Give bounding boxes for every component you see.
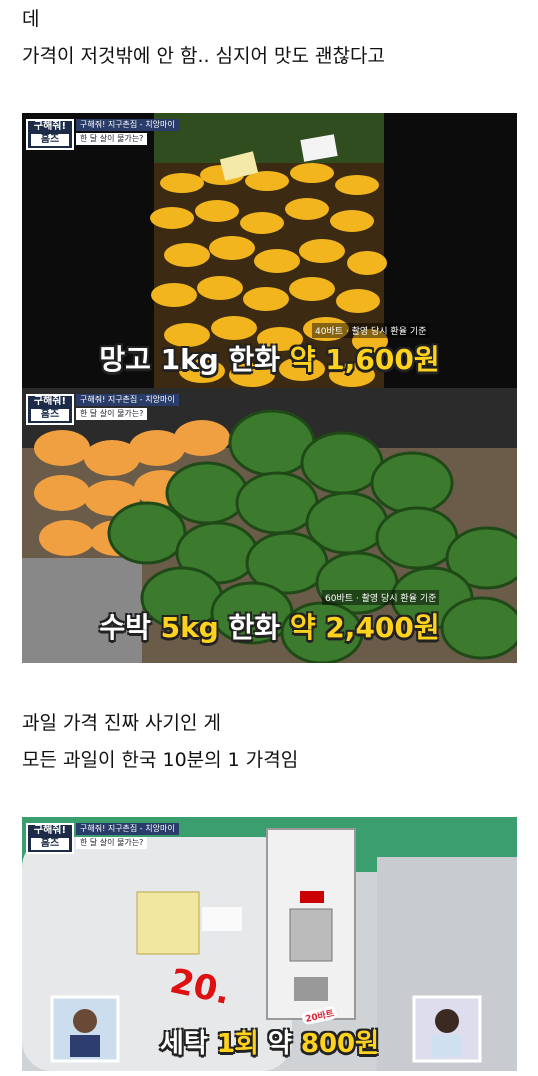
caption-text: 수박 <box>99 611 161 644</box>
exchange-note: 60바트 · 촬영 당시 환율 기준 <box>322 590 440 605</box>
show-logo-top: 구해줘! <box>33 121 67 132</box>
exchange-note: 40바트 · 촬영 당시 환율 기준 <box>312 323 430 338</box>
show-subtitle: 구해줘! 지구촌집 - 치앙마이 한 달 살이 물가는? <box>76 823 179 849</box>
caption-price: 약 1,600원 <box>289 343 440 376</box>
show-subtitle-line-1: 구해줘! 지구촌집 - 치앙마이 <box>76 119 179 131</box>
show-subtitle-line-2: 한 달 살이 물가는? <box>76 837 148 849</box>
caption-text: 세탁 <box>159 1029 217 1059</box>
show-subtitle-line-2: 한 달 살이 물가는? <box>76 133 148 145</box>
show-logo-top: 구해줘! <box>33 396 67 407</box>
laundry-price-caption: 세탁 1회 약 800원 <box>22 1023 517 1060</box>
show-logo-bottom: 홈즈 <box>31 838 69 850</box>
show-subtitle-line-1: 구해줘! 지구촌집 - 치앙마이 <box>76 823 179 835</box>
mango-screenshot: 구해줘! 홈즈 구해줘! 지구촌집 - 치앙마이 한 달 살이 물가는? 40바… <box>22 113 517 388</box>
show-logo-badge: 구해줘! 홈즈 <box>26 394 74 425</box>
mango-price-caption: 망고 1kg 한화 약 1,600원 <box>22 338 517 378</box>
watermelon-price-caption: 수박 5kg 한화 약 2,400원 <box>22 606 517 646</box>
post-line-1: 데 <box>22 8 40 30</box>
laundry-screenshot: 20. 구해줘! 홈즈 구해줘! 지구촌집 - 치앙마이 한 달 살이 물가는?… <box>22 817 517 1071</box>
caption-price: 약 2,400원 <box>289 611 440 644</box>
caption-weight: 5kg <box>160 611 219 644</box>
caption-text: 망고 1kg 한화 <box>99 343 290 376</box>
caption-text: 약 <box>258 1029 301 1059</box>
post-line-2: 가격이 저것밖에 안 함.. 심지어 맛도 괜찮다고 <box>22 45 385 67</box>
show-logo-badge: 구해줘! 홈즈 <box>26 119 74 150</box>
watermelon-screenshot: 구해줘! 홈즈 구해줘! 지구촌집 - 치앙마이 한 달 살이 물가는? 60바… <box>22 388 517 663</box>
caption-price: 800원 <box>300 1029 380 1059</box>
show-logo-bottom: 홈즈 <box>31 134 69 146</box>
caption-count: 1회 <box>216 1029 259 1059</box>
show-logo-top: 구해줘! <box>33 825 67 836</box>
post-line-3: 과일 가격 진짜 사기인 게 <box>22 712 221 734</box>
post-line-4: 모든 과일이 한국 10분의 1 가격임 <box>22 749 299 771</box>
show-logo-badge: 구해줘! 홈즈 <box>26 823 74 854</box>
show-subtitle-line-1: 구해줘! 지구촌집 - 치앙마이 <box>76 394 179 406</box>
show-logo-bottom: 홈즈 <box>31 409 69 421</box>
show-subtitle-line-2: 한 달 살이 물가는? <box>76 408 148 420</box>
caption-text: 한화 <box>218 611 290 644</box>
show-subtitle: 구해줘! 지구촌집 - 치앙마이 한 달 살이 물가는? <box>76 119 179 145</box>
show-subtitle: 구해줘! 지구촌집 - 치앙마이 한 달 살이 물가는? <box>76 394 179 420</box>
